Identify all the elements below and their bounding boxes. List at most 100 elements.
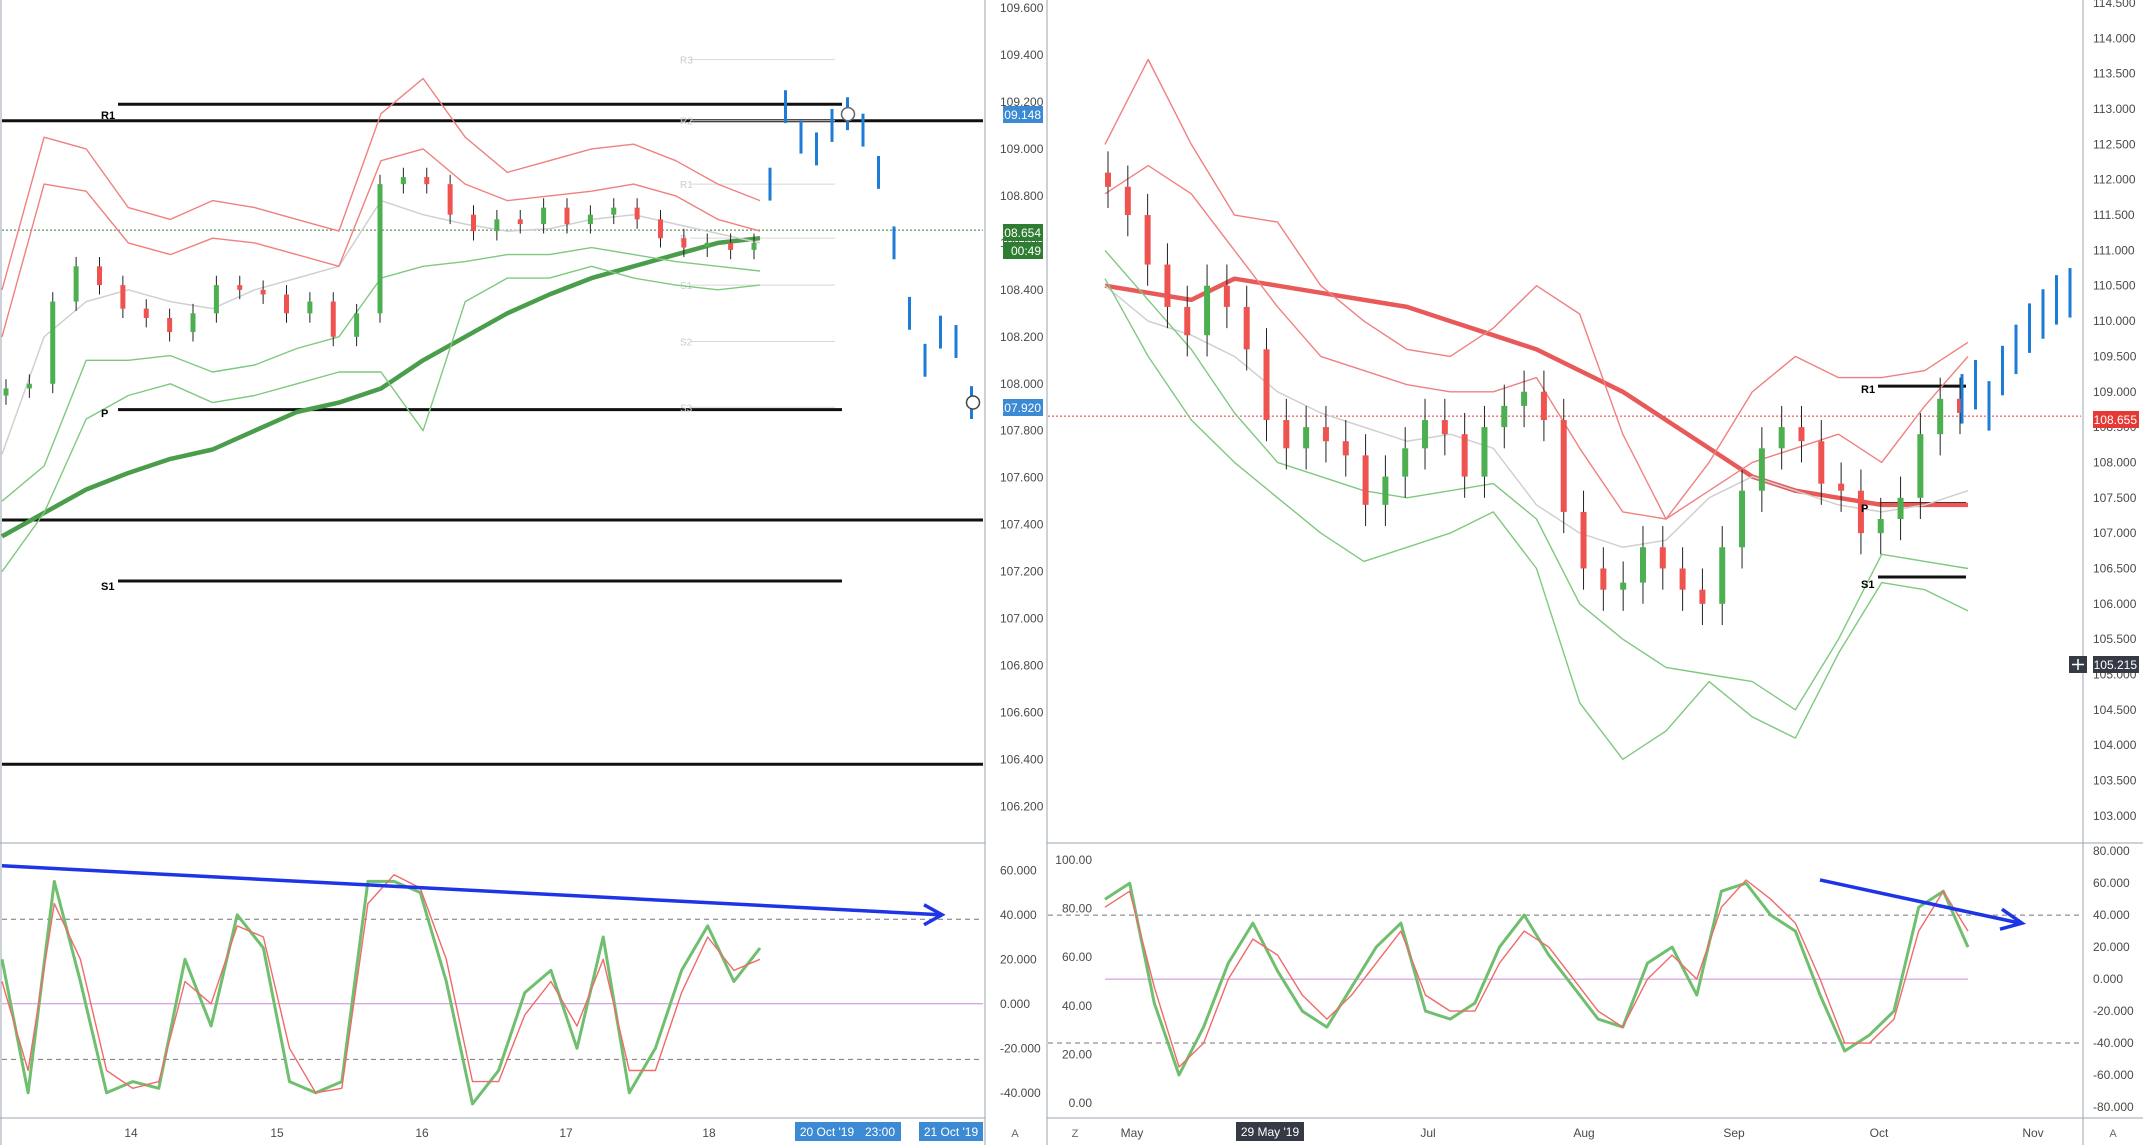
right-last-price-badge: 108.655 [2093, 411, 2139, 428]
left-candle-body-4 [97, 266, 102, 286]
right-last-price-value: 108.655 [2094, 413, 2138, 427]
right-candle-body-23 [1560, 420, 1567, 512]
left-p-label: P [101, 408, 108, 420]
right-candle-body-36 [1818, 441, 1825, 484]
right-price-y-tick-0: 114.500 [2093, 0, 2136, 10]
left-candle-body-5 [120, 285, 126, 309]
left-countdown-value: 00:49 [1011, 244, 1041, 258]
right-candle-body-42 [1937, 398, 1944, 435]
left-proj-low-marker [965, 395, 981, 410]
background [0, 0, 2143, 1145]
right-time-label-4: Oct [1870, 1126, 1889, 1140]
right-price-y-tick-22: 103.500 [2093, 774, 2137, 788]
right-candle-body-19 [1481, 427, 1488, 477]
left-faint-label-0: R3 [680, 56, 693, 67]
right-price-y-tick-4: 112.500 [2093, 137, 2136, 151]
right-price-y-tick-10: 109.500 [2093, 349, 2137, 363]
right-time-label-1: Jul [1420, 1126, 1435, 1140]
right-candle-body-31 [1719, 547, 1726, 604]
left-time-highlight-1-text: 20 Oct '19 [800, 1125, 855, 1139]
left-price-y-tick-12: 107.200 [1000, 565, 1044, 579]
left-price-y-tick-15: 106.600 [1000, 706, 1044, 720]
right-candle-body-29 [1679, 568, 1686, 590]
right-candle-body-39 [1877, 518, 1884, 534]
left-candle-body-2 [50, 301, 56, 384]
right-osc-y-tick-0: 80.000 [2093, 844, 2130, 858]
chart-canvas[interactable]: R3R2R1PS1S2S3 109.600109.400109.200109.0… [0, 0, 2143, 1145]
right-price-y-tick-9: 110.000 [2093, 314, 2136, 328]
left-candle-body-1 [26, 383, 32, 389]
left-candle-body-30 [704, 242, 710, 248]
right-price-y-tick-23: 103.000 [2093, 809, 2137, 823]
left-candle-body-31 [728, 242, 734, 250]
right-time-label-3: Sep [1723, 1126, 1745, 1140]
left-candle-body-17 [400, 177, 406, 185]
left-proj-low-value: 107.920 [998, 401, 1042, 415]
left-candle-body-15 [354, 313, 360, 337]
right-auto-scale-button[interactable]: A [2109, 1128, 2117, 1140]
right-candle-body-37 [1838, 483, 1845, 491]
left-proj-high-marker [840, 106, 856, 122]
right-osc-left-y-tick-1: 80.00 [1062, 902, 1092, 916]
left-candle-body-8 [190, 313, 196, 333]
left-time-highlight-2-text: 23:00 [865, 1125, 895, 1139]
right-candle-body-25 [1600, 568, 1607, 590]
right-candle-body-17 [1441, 420, 1448, 435]
right-osc-left-y-tick-3: 40.00 [1062, 999, 1092, 1013]
left-price-y-tick-6: 108.400 [1000, 283, 1044, 297]
right-osc-y-tick-5: -20.000 [2093, 1004, 2134, 1018]
left-r1-label: R1 [101, 110, 115, 122]
right-price-y-tick-13: 108.000 [2093, 455, 2137, 469]
right-time-label-2: Aug [1573, 1126, 1594, 1140]
left-price-y-tick-14: 106.800 [1000, 659, 1044, 673]
left-candle-body-9 [213, 285, 219, 314]
left-candle-body-10 [237, 285, 243, 290]
left-s1-label: S1 [101, 581, 114, 593]
right-candle-body-33 [1758, 448, 1765, 491]
right-candle-body-12 [1342, 441, 1349, 456]
crosshair-icon[interactable] [2069, 656, 2087, 673]
left-time-highlight-3-text: 21 Oct '19 [924, 1125, 979, 1139]
left-price-y-tick-16: 106.400 [1000, 753, 1044, 767]
right-candle-body-22 [1540, 391, 1547, 421]
right-osc-y-tick-4: 0.000 [2093, 972, 2123, 986]
right-candle-body-11 [1322, 427, 1329, 442]
right-candle-body-18 [1461, 434, 1468, 477]
right-candle-body-5 [1204, 285, 1211, 336]
left-price-y-tick-7: 108.200 [1000, 330, 1044, 344]
right-price-y-tick-21: 104.000 [2093, 738, 2137, 752]
left-price-y-tick-8: 108.000 [1000, 377, 1044, 391]
right-osc-left-y-tick-2: 60.00 [1062, 950, 1092, 964]
left-candle-body-27 [634, 207, 640, 220]
left-candle-body-22 [517, 219, 523, 225]
right-candle-body-34 [1778, 427, 1785, 449]
right-price-y-tick-17: 106.000 [2093, 597, 2137, 611]
left-candle-body-21 [494, 219, 500, 232]
left-last-price-value: 108.654 [998, 226, 1042, 240]
left-candle-body-16 [377, 184, 383, 314]
right-candle-body-21 [1521, 391, 1528, 406]
left-price-y-tick-10: 107.600 [1000, 471, 1044, 485]
left-candle-body-28 [658, 219, 663, 239]
left-auto-scale-button[interactable]: A [1011, 1128, 1019, 1140]
left-price-y-tick-11: 107.400 [1000, 518, 1044, 532]
right-zoom-button[interactable]: Z [1072, 1128, 1079, 1140]
left-osc-y-tick-3: 0.000 [1000, 997, 1030, 1011]
left-faint-label-1: R2 [680, 117, 693, 128]
left-candle-body-29 [681, 238, 687, 248]
right-candle-body-7 [1243, 306, 1250, 350]
left-price-y-tick-3: 109.000 [1000, 142, 1044, 156]
right-time-highlight-text: 29 May '19 [1241, 1125, 1300, 1139]
left-candle-body-6 [143, 308, 149, 319]
left-time-label-3: 17 [559, 1126, 573, 1140]
right-candle-body-41 [1917, 434, 1924, 498]
left-osc-y-tick-5: -40.000 [1000, 1086, 1041, 1100]
left-candle-body-7 [167, 318, 173, 333]
right-candle-body-4 [1184, 306, 1191, 336]
right-price-y-tick-1: 114.000 [2093, 31, 2136, 45]
right-s1-label: S1 [1861, 579, 1874, 591]
left-candle-body-26 [611, 207, 617, 215]
right-price-y-tick-8: 110.500 [2093, 279, 2136, 293]
right-price-y-tick-2: 113.500 [2093, 67, 2136, 81]
right-price-y-tick-20: 104.500 [2093, 703, 2137, 717]
